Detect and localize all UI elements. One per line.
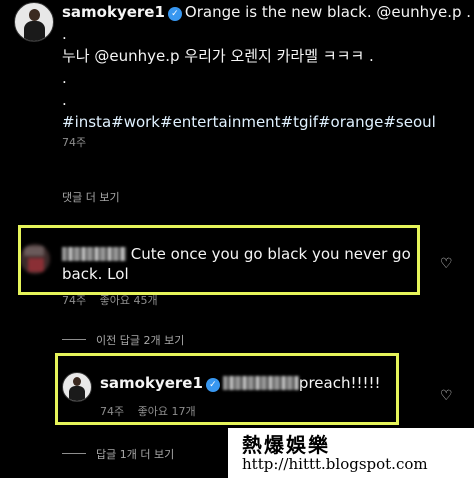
- heart-icon[interactable]: ♡: [440, 256, 453, 272]
- caption-line4: .: [62, 69, 67, 87]
- comment-text: Cute once you go black you never go: [130, 245, 411, 263]
- watermark: 熱爆娛樂 http://hittt.blogspot.com: [228, 428, 474, 478]
- post-caption: samokyere1 ✓ Orange is the new black. @eun…: [62, 3, 471, 132]
- caption-line3: 누나 @eunhye.p 우리가 오렌지 카라멜 ㅋㅋㅋ .: [62, 47, 374, 65]
- verified-badge-icon: ✓: [205, 378, 220, 392]
- view-more-replies[interactable]: 답글 1개 더 보기: [62, 446, 174, 462]
- comment-meta: 74주 좋아요 45개: [62, 292, 158, 308]
- comment-time: 74주: [62, 294, 87, 307]
- reply-username[interactable]: samokyere1: [100, 374, 203, 392]
- caption-line5: .: [62, 91, 67, 109]
- view-more-comments-link[interactable]: 댓글 더 보기: [62, 189, 120, 205]
- view-previous-replies[interactable]: 이전 답글 2개 보기: [62, 332, 184, 348]
- comment-body: Cute once you go black you never go back…: [62, 244, 414, 284]
- reply-likes[interactable]: 좋아요 17개: [138, 405, 196, 418]
- post-time: 74주: [62, 136, 87, 149]
- caption-hashtags[interactable]: #insta#work#entertainment#tgif#orange#se…: [62, 113, 467, 132]
- comment-text-line2: back. Lol: [62, 265, 129, 283]
- reply-meta: 74주 좋아요 17개: [100, 403, 196, 419]
- reply-text: preach!!!!!: [298, 374, 381, 392]
- watermark-title: 熱爆娛樂: [242, 433, 330, 457]
- divider-line: [62, 453, 86, 454]
- post-avatar[interactable]: [14, 2, 54, 42]
- heart-icon[interactable]: ♡: [440, 388, 453, 404]
- blurred-username: [62, 247, 126, 261]
- reply-avatar[interactable]: [62, 372, 92, 402]
- caption-line1: Orange is the new black. @eunhye.p .: [184, 3, 472, 21]
- comment-likes[interactable]: 좋아요 45개: [100, 294, 158, 307]
- verified-badge-icon: ✓: [167, 7, 182, 21]
- caption-line2: .: [62, 25, 67, 43]
- post-username[interactable]: samokyere1: [62, 3, 165, 21]
- reply-body: samokyere1 ✓ preach!!!!!: [100, 373, 381, 393]
- divider-line: [62, 339, 86, 340]
- blurred-mention: [222, 376, 299, 390]
- reply-time: 74주: [100, 405, 125, 418]
- watermark-url: http://hittt.blogspot.com: [242, 455, 428, 473]
